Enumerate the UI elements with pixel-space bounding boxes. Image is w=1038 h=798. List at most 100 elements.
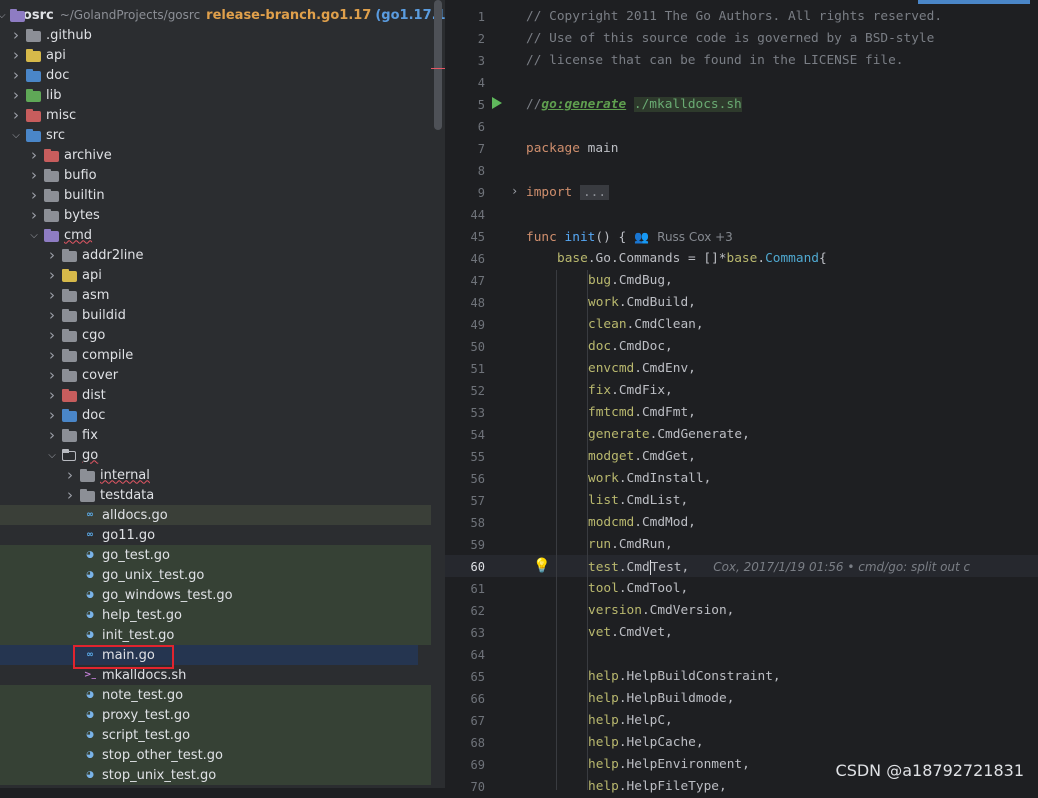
code-line[interactable]: work.CmdInstall, — [588, 468, 711, 490]
chevron-right-icon[interactable]: › — [46, 426, 58, 444]
code-line[interactable]: run.CmdRun, — [588, 534, 673, 556]
tree-item-builtin[interactable]: › builtin — [0, 185, 431, 205]
code-line[interactable]: // Copyright 2011 The Go Authors. All ri… — [526, 6, 942, 28]
tree-item-cmd[interactable]: ⌵ cmd — [0, 225, 431, 245]
tree-item-compile[interactable]: › compile — [0, 345, 431, 365]
tree-item-go[interactable]: ⌵ go — [0, 445, 431, 465]
tree-item-cover[interactable]: › cover — [0, 365, 431, 385]
tree-item-api2[interactable]: › api — [0, 265, 431, 285]
chevron-right-icon[interactable]: › — [46, 246, 58, 264]
code-line[interactable]: import ... — [526, 182, 610, 204]
author-hint[interactable]: Russ Cox +3 — [657, 230, 733, 244]
tree-item-doc2[interactable]: › doc — [0, 405, 431, 425]
code-line[interactable]: //go:generate ./mkalldocs.sh — [526, 94, 742, 116]
chevron-right-icon[interactable]: › — [64, 486, 76, 504]
tree-item-note-test[interactable]: ◕ note_test.go — [0, 685, 431, 705]
code-line[interactable]: tool.CmdTool, — [588, 578, 688, 600]
tree-item-main[interactable]: ∞ main.go — [0, 645, 418, 665]
code-line[interactable]: help.HelpBuildmode, — [588, 688, 734, 710]
tree-item-init-test[interactable]: ◕ init_test.go — [0, 625, 431, 645]
chevron-right-icon[interactable]: › — [46, 346, 58, 364]
code-editor[interactable]: 1 2 3 4 5 6 7 8 9 44 45 46 47 48 49 50 51 52 53 54 55 56 57 58 5… — [445, 0, 1038, 794]
git-blame-inlay[interactable]: Cox, 2017/1/19 01:56 • cmd/go: split out… — [713, 560, 970, 574]
tree-item-src[interactable]: ⌵ src — [0, 125, 431, 145]
code-line[interactable]: generate.CmdGenerate, — [588, 424, 750, 446]
code-line[interactable]: modget.CmdGet, — [588, 446, 696, 468]
chevron-right-icon[interactable]: › — [46, 286, 58, 304]
tree-scrollbar[interactable] — [434, 0, 442, 130]
code-line[interactable]: help.HelpFileType, — [588, 776, 727, 798]
tree-item-stop-other-test[interactable]: ◕ stop_other_test.go — [0, 745, 431, 765]
chevron-down-icon[interactable]: ⌵ — [0, 9, 6, 21]
tree-item-bytes[interactable]: › bytes — [0, 205, 431, 225]
tree-item-doc[interactable]: › doc — [0, 65, 431, 85]
code-line[interactable]: list.CmdList, — [588, 490, 688, 512]
chevron-right-icon[interactable]: › — [10, 86, 22, 104]
code-line[interactable]: vet.CmdVet, — [588, 622, 673, 644]
tree-item-help-test[interactable]: ◕ help_test.go — [0, 605, 431, 625]
chevron-right-icon[interactable]: › — [28, 186, 40, 204]
fold-chevron-icon[interactable]: › — [511, 184, 518, 198]
chevron-right-icon[interactable]: › — [46, 406, 58, 424]
chevron-right-icon[interactable]: › — [64, 466, 76, 484]
code-line[interactable]: fmtcmd.CmdFmt, — [588, 402, 696, 424]
code-line[interactable]: bug.CmdBug, — [588, 270, 673, 292]
tree-item-github[interactable]: › .github — [0, 25, 431, 45]
tree-item-stop-unix-test[interactable]: ◕ stop_unix_test.go — [0, 765, 431, 785]
chevron-right-icon[interactable]: › — [10, 46, 22, 64]
chevron-down-icon[interactable]: ⌵ — [10, 129, 22, 141]
chevron-right-icon[interactable]: › — [46, 306, 58, 324]
tree-item-testdata[interactable]: › testdata — [0, 485, 431, 505]
code-line[interactable]: doc.CmdDoc, — [588, 336, 673, 358]
tree-item-fix[interactable]: › fix — [0, 425, 431, 445]
chevron-right-icon[interactable]: › — [10, 106, 22, 124]
lightbulb-icon[interactable]: 💡 — [533, 558, 550, 574]
chevron-down-icon[interactable]: ⌵ — [28, 229, 40, 241]
chevron-right-icon[interactable]: › — [46, 326, 58, 344]
code-line[interactable]: envcmd.CmdEnv, — [588, 358, 696, 380]
chevron-right-icon[interactable]: › — [46, 366, 58, 384]
chevron-right-icon[interactable]: › — [46, 386, 58, 404]
tree-item-asm[interactable]: › asm — [0, 285, 431, 305]
tree-item-buildid[interactable]: › buildid — [0, 305, 431, 325]
code-line[interactable]: test.CmdTest, Cox, 2017/1/19 01:56 • cmd/… — [588, 556, 970, 578]
code-line[interactable]: fix.CmdFix, — [588, 380, 673, 402]
tree-item-api[interactable]: › api — [0, 45, 431, 65]
tree-item-go-windows-test[interactable]: ◕ go_windows_test.go — [0, 585, 431, 605]
code-line[interactable]: help.HelpBuildConstraint, — [588, 666, 781, 688]
code-line[interactable]: base.Go.Commands = []*base.Command{ — [557, 248, 827, 270]
tree-item-dist[interactable]: › dist — [0, 385, 431, 405]
tree-item-cgo[interactable]: › cgo — [0, 325, 431, 345]
tree-item-internal[interactable]: › internal — [0, 465, 431, 485]
code-line[interactable]: clean.CmdClean, — [588, 314, 704, 336]
run-gutter-icon[interactable] — [492, 97, 502, 109]
tree-item-script-test[interactable]: ◕ script_test.go — [0, 725, 431, 745]
tree-item-bufio[interactable]: › bufio — [0, 165, 431, 185]
code-line[interactable]: // Use of this source code is governed b… — [526, 28, 934, 50]
tree-item-alldocs[interactable]: ∞ alldocs.go — [0, 505, 431, 525]
tree-item-misc[interactable]: › misc — [0, 105, 431, 125]
chevron-right-icon[interactable]: › — [28, 206, 40, 224]
chevron-right-icon[interactable]: › — [10, 26, 22, 44]
tree-item-mkalldocs[interactable]: >_ mkalldocs.sh — [0, 665, 431, 685]
code-line[interactable]: // license that can be found in the LICE… — [526, 50, 904, 72]
code-line[interactable]: help.HelpEnvironment, — [588, 754, 750, 776]
tree-item-archive[interactable]: › archive — [0, 145, 431, 165]
chevron-down-icon[interactable]: ⌵ — [46, 449, 58, 461]
chevron-right-icon[interactable]: › — [46, 266, 58, 284]
code-line[interactable]: package main — [526, 138, 618, 160]
tree-item-addr2line[interactable]: › addr2line — [0, 245, 431, 265]
code-line[interactable]: help.HelpC, — [588, 710, 673, 732]
tree-item-go-test[interactable]: ◕ go_test.go — [0, 545, 431, 565]
chevron-right-icon[interactable]: › — [28, 166, 40, 184]
project-root-row[interactable]: ⌵ gosrc ~/GolandProjects/gosrc release-b… — [0, 5, 445, 25]
chevron-right-icon[interactable]: › — [10, 66, 22, 84]
tree-item-proxy-test[interactable]: ◕ proxy_test.go — [0, 705, 431, 725]
code-line[interactable]: help.HelpCache, — [588, 732, 704, 754]
tree-item-go11[interactable]: ∞ go11.go — [0, 525, 431, 545]
tree-item-go-unix-test[interactable]: ◕ go_unix_test.go — [0, 565, 431, 585]
code-line[interactable]: work.CmdBuild, — [588, 292, 696, 314]
code-line[interactable]: modcmd.CmdMod, — [588, 512, 696, 534]
code-line[interactable]: func init() {👥 Russ Cox +3 — [526, 226, 733, 248]
tree-item-lib[interactable]: › lib — [0, 85, 431, 105]
